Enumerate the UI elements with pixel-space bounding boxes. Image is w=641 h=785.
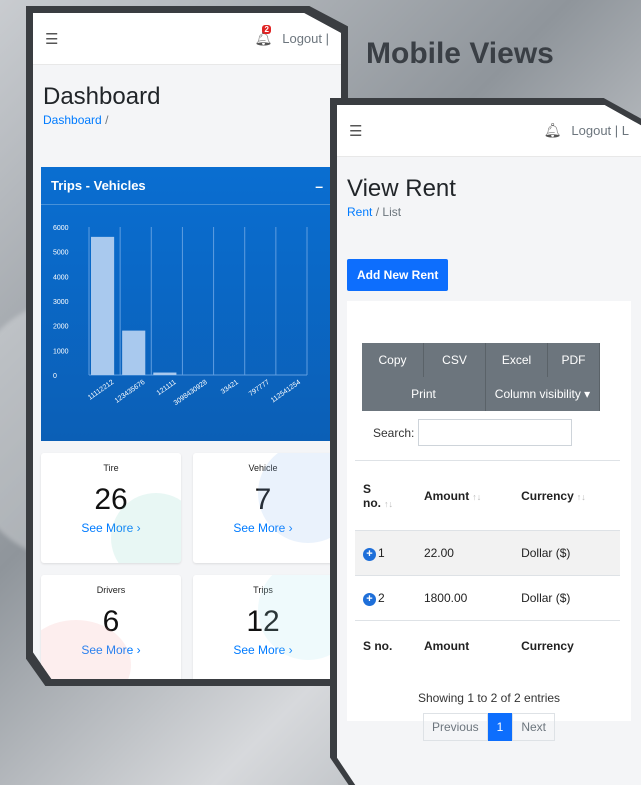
bar (122, 330, 146, 375)
expand-row-icon[interactable]: + (363, 592, 376, 606)
bar (153, 372, 177, 375)
column-header-sno[interactable]: Sno. ↑↓ (355, 460, 416, 531)
header-text: Amount (423, 488, 470, 503)
phone-frame-dashboard: ☰ 🔔︎ 2 Logout | Dashboard Dashboard / Tri… (26, 6, 348, 686)
previous-button[interactable]: Previous (422, 712, 488, 741)
x-tick-label: 797777 (248, 379, 271, 398)
cell-sno: +2 (355, 575, 416, 621)
breadcrumb-separator: / (105, 113, 109, 127)
x-tick-label: 121111 (156, 379, 178, 397)
tile-label: Tire (103, 463, 119, 473)
logout-link[interactable]: Logout | (282, 31, 329, 46)
header-text: S (363, 481, 372, 496)
print-button[interactable]: Print (362, 377, 486, 411)
column-header-currency[interactable]: Currency ↑↓ (513, 460, 620, 531)
notification-badge: 2 (262, 25, 271, 34)
header-text: no. (363, 495, 381, 510)
sort-icon: ↑↓ (472, 491, 482, 502)
footer-currency: Currency (513, 620, 620, 671)
y-tick-label: 6000 (53, 225, 69, 232)
table-footer-row: S no. Amount Currency (355, 620, 620, 671)
y-tick-label: 5000 (53, 250, 69, 257)
excel-button[interactable]: Excel (486, 343, 548, 377)
tile-label: Drivers (96, 585, 126, 595)
rent-table-panel: Copy CSV Excel PDF Print Column visibili… (347, 301, 631, 741)
sort-icon: ↑↓ (576, 491, 586, 502)
tile-tire: Tire 26 See More › (41, 453, 181, 563)
page-title: Dashboard (43, 83, 161, 110)
pdf-button[interactable]: PDF (548, 343, 600, 377)
page-1-button[interactable]: 1 (487, 712, 513, 741)
dashboard-screen: ☰ 🔔︎ 2 Logout | Dashboard Dashboard / Tri… (33, 13, 341, 679)
cell-amount: 1800.00 (415, 575, 514, 621)
footer-sno: S no. (355, 620, 416, 671)
cell-currency: Dollar ($) (513, 530, 620, 576)
x-tick-label: 33421 (220, 379, 240, 396)
cell-text: 1 (378, 545, 385, 560)
tile-trips: Trips 12 See More › (193, 575, 333, 679)
add-new-rent-button[interactable]: Add New Rent (347, 259, 449, 291)
cell-amount: 22.00 (415, 530, 514, 576)
export-buttons: Copy CSV Excel PDF Print Column visibili… (362, 343, 623, 411)
breadcrumb-dashboard-link[interactable]: Dashboard (43, 113, 102, 127)
copy-button[interactable]: Copy (362, 343, 424, 377)
search-label: Search: (373, 425, 415, 440)
search-input[interactable] (418, 419, 573, 446)
hamburger-menu-icon[interactable]: ☰ (349, 122, 362, 140)
breadcrumb: Dashboard / (33, 111, 341, 127)
table-info: Showing 1 to 2 of 2 entries (417, 690, 561, 705)
search-box: Search: (373, 419, 623, 446)
breadcrumb-separator: / (375, 205, 380, 219)
y-tick-label: 2000 (53, 324, 69, 331)
table-row: +2 1800.00 Dollar ($) (355, 575, 620, 621)
y-tick-label: 3000 (53, 299, 69, 306)
y-tick-label: 0 (53, 373, 57, 380)
stat-tiles: Tire 26 See More › Vehicle 7 See More › … (41, 453, 333, 679)
sort-icon: ↑↓ (384, 498, 393, 509)
x-tick-label: 123435676 (114, 379, 147, 405)
tile-vehicle: Vehicle 7 See More › (193, 453, 333, 563)
page-title: View Rent (347, 175, 456, 202)
mobile-views-heading: Mobile Views (366, 37, 554, 70)
column-visibility-button[interactable]: Column visibility ▾ (486, 377, 600, 411)
card-header: Trips - Vehicles – (41, 167, 333, 205)
bar (91, 236, 115, 375)
breadcrumb-rent-link[interactable]: Rent (347, 205, 372, 219)
phone-frame-rent: ☰ 🔔︎ Logout | L View Rent Rent / List Ad… (330, 98, 641, 785)
table-row: +1 22.00 Dollar ($) (355, 530, 620, 576)
csv-button[interactable]: CSV (424, 343, 486, 377)
topbar: ☰ 🔔︎ Logout | L (337, 105, 641, 157)
topbar: ☰ 🔔︎ 2 Logout | (33, 13, 341, 65)
rent-screen: ☰ 🔔︎ Logout | L View Rent Rent / List Ad… (337, 105, 641, 785)
x-tick-label: 11112212 (87, 379, 115, 402)
bell-icon[interactable]: 🔔︎ (544, 122, 562, 139)
footer-amount: Amount (415, 620, 514, 671)
trips-vehicles-chart: 0 1000 2000 3000 4000 5000 6000 111122121234356… (53, 225, 308, 407)
y-tick-label: 4000 (53, 274, 69, 281)
collapse-icon[interactable]: – (315, 178, 323, 194)
breadcrumb-current: List (382, 205, 402, 219)
y-tick-label: 1000 (53, 348, 69, 355)
cell-text: 2 (378, 590, 385, 605)
rent-table: Sno. ↑↓ Amount ↑↓ Currency ↑↓ +1 22.00 Doll… (355, 460, 620, 671)
column-header-amount[interactable]: Amount ↑↓ (415, 460, 514, 531)
x-tick-label: 3098430928 (173, 379, 209, 407)
next-button[interactable]: Next (512, 712, 556, 741)
x-tick-label: 112541254 (270, 379, 302, 405)
header-text: Currency (521, 488, 574, 503)
bell-icon[interactable]: 🔔︎ 2 (254, 25, 272, 47)
logout-link[interactable]: Logout | L (571, 123, 629, 138)
hamburger-menu-icon[interactable]: ☰ (45, 30, 58, 48)
trips-vehicles-card: Trips - Vehicles – 0 1000 2000 3000 4000 5000… (41, 167, 333, 441)
pagination: Previous 1 Next (355, 712, 623, 741)
cell-sno: +1 (355, 530, 416, 576)
expand-row-icon[interactable]: + (363, 547, 376, 561)
cell-currency: Dollar ($) (513, 575, 620, 621)
tile-drivers: Drivers 6 See More › (41, 575, 181, 679)
card-title: Trips - Vehicles (51, 178, 146, 193)
breadcrumb: Rent / List (337, 203, 641, 219)
